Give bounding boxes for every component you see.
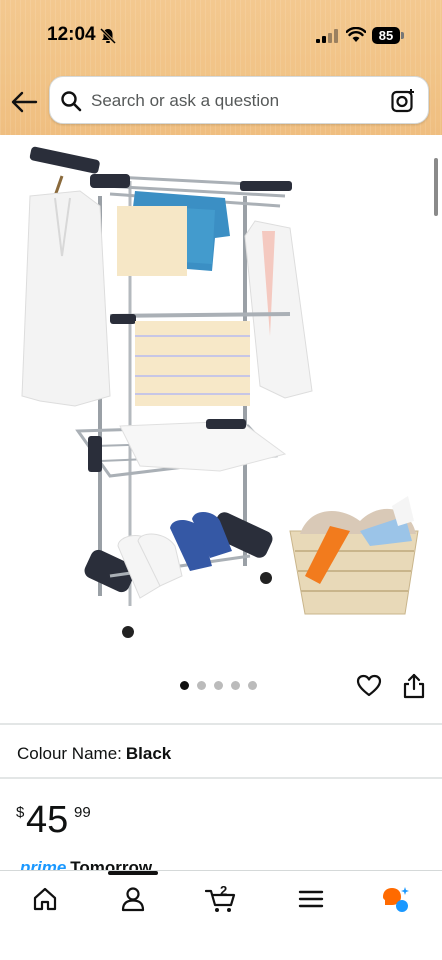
- status-time: 12:04: [47, 24, 96, 45]
- menu-icon[interactable]: [297, 885, 325, 913]
- section-divider: [0, 777, 442, 779]
- search-input[interactable]: Search or ask a question: [91, 91, 279, 111]
- cart-count: 2: [220, 883, 228, 898]
- account-icon[interactable]: [119, 885, 147, 913]
- app-header: 12:04 85 Search or ask a question: [0, 0, 442, 135]
- carousel-dot-5[interactable]: [248, 681, 257, 690]
- search-bar[interactable]: Search or ask a question: [49, 76, 429, 124]
- drying-rack-illustration: [21, 146, 419, 638]
- image-scrollbar[interactable]: [434, 158, 438, 216]
- carousel-dot-1[interactable]: [180, 681, 189, 690]
- image-carousel-dots[interactable]: [180, 681, 257, 691]
- search-icon: [61, 91, 82, 112]
- home-icon[interactable]: [31, 885, 59, 913]
- section-divider: [0, 723, 442, 725]
- price-fraction: 99: [74, 804, 91, 821]
- bottom-navigation: 2: [0, 870, 442, 960]
- arrow-left-icon[interactable]: [8, 88, 40, 116]
- carousel-dot-3[interactable]: [214, 681, 223, 690]
- carousel-dot-2[interactable]: [197, 681, 206, 690]
- price-currency: $: [16, 804, 25, 821]
- colour-label: Colour Name:: [17, 744, 122, 763]
- camera-lens-icon[interactable]: [390, 88, 416, 114]
- battery-level: 85: [372, 27, 400, 44]
- share-icon[interactable]: [402, 673, 426, 699]
- rufus-icon[interactable]: [381, 885, 411, 913]
- battery-tip: [401, 32, 404, 39]
- heart-icon[interactable]: [356, 673, 382, 699]
- signal-icon: [316, 29, 338, 43]
- colour-selector[interactable]: Colour Name: Black: [17, 744, 171, 764]
- active-tab-indicator: [108, 871, 158, 875]
- wifi-icon: [346, 27, 366, 42]
- bell-slash-icon: [99, 27, 117, 45]
- price-whole: 45: [26, 799, 69, 841]
- product-image[interactable]: [0, 136, 442, 666]
- status-bar: 12:04 85: [0, 0, 442, 70]
- battery-icon: 85: [372, 27, 404, 44]
- colour-value: Black: [125, 744, 172, 763]
- carousel-dot-4[interactable]: [231, 681, 240, 690]
